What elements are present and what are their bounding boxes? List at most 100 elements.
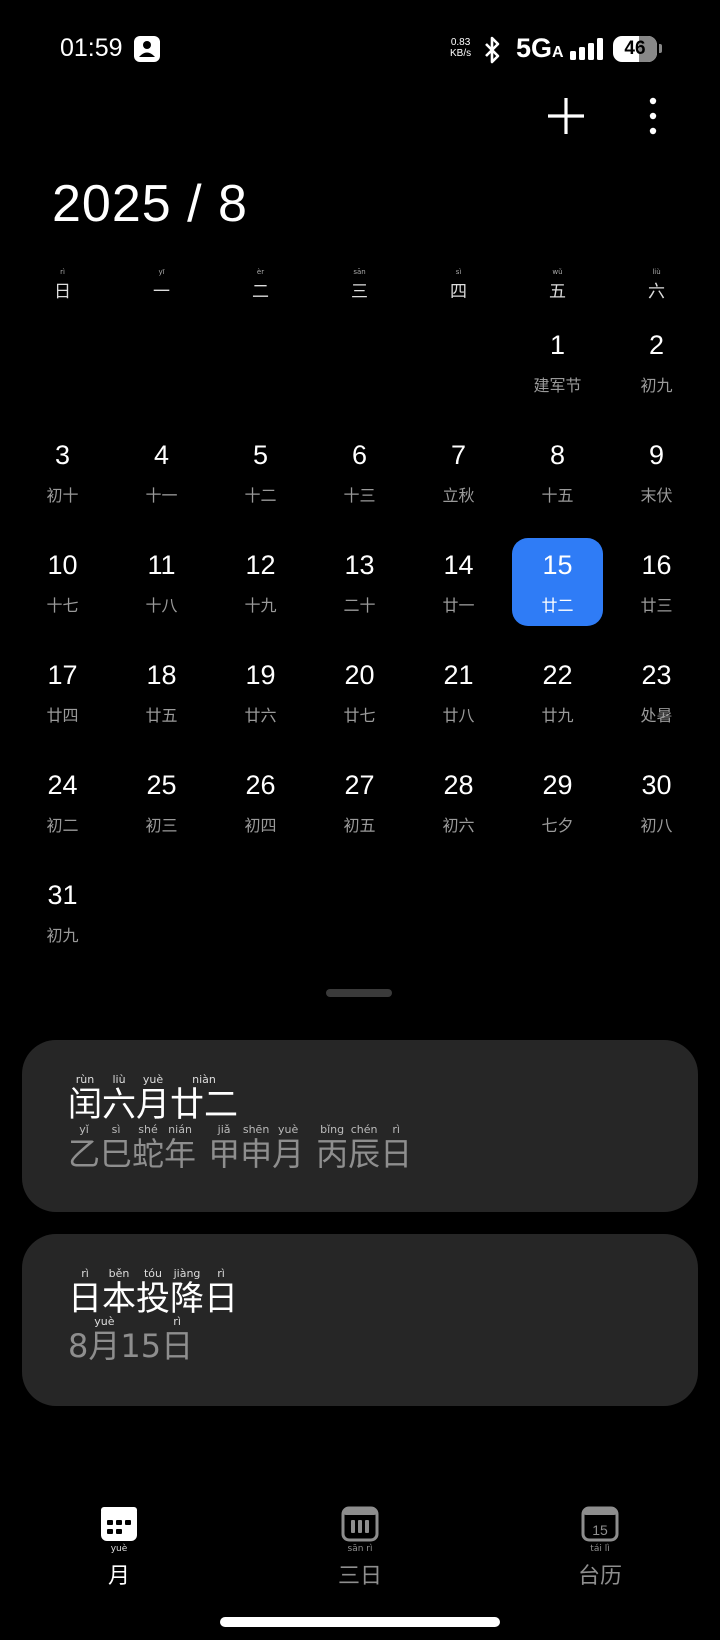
ruby-base: 日 bbox=[161, 1327, 194, 1365]
day-lunar: 建军节 bbox=[533, 376, 582, 395]
day-lunar: 十九 bbox=[244, 596, 277, 615]
lunar-date-card[interactable]: 闰rùn六liù月yuè廿二niàn 乙yǐ巳sì蛇shé年nián甲jiǎ申s… bbox=[22, 1040, 698, 1212]
ruby-pinyin: yuè bbox=[88, 1315, 121, 1328]
tab-agenda[interactable]: 15 tái lì 台历 bbox=[540, 1506, 660, 1590]
weekday-text: 二 bbox=[252, 282, 269, 302]
bottom-nav: yuè 月 sān rì 三日 15 tái lì 台历 bbox=[0, 1506, 720, 1589]
battery-tip bbox=[659, 44, 662, 53]
day-number: 9 bbox=[648, 440, 665, 470]
calendar-day[interactable]: 26 初四 bbox=[211, 758, 310, 868]
calendar-day[interactable]: 19 廿六 bbox=[211, 648, 310, 758]
calendar-day[interactable]: 10 十七 bbox=[13, 538, 112, 648]
calendar-day[interactable]: 21 廿八 bbox=[409, 648, 508, 758]
calendar-week-row: 3 初十 4 十一 5 十二 6 十三 7 立秋 8 十五 9 末伏 bbox=[13, 428, 706, 538]
ruby-pinyin: yǐ bbox=[68, 1123, 101, 1136]
net-speed-value: 0.83 bbox=[450, 37, 471, 48]
calendar-day[interactable]: 12 十九 bbox=[211, 538, 310, 648]
calendar-day[interactable]: 11 十八 bbox=[112, 538, 211, 648]
ruby-base: 8 bbox=[68, 1327, 89, 1365]
home-indicator[interactable] bbox=[220, 1617, 500, 1627]
tab-month[interactable]: yuè 月 bbox=[59, 1506, 179, 1590]
calendar-day-selected[interactable]: 15 廿二 bbox=[508, 538, 607, 648]
calendar-day[interactable]: 14 廿一 bbox=[409, 538, 508, 648]
calendar-day[interactable]: 22 廿九 bbox=[508, 648, 607, 758]
day-number: 5 bbox=[252, 440, 269, 470]
calendar-day[interactable]: 23 处暑 bbox=[607, 648, 706, 758]
signal-icon bbox=[570, 38, 604, 64]
ruby-pinyin: rì bbox=[380, 1123, 413, 1136]
calendar-day[interactable]: 24 初二 bbox=[13, 758, 112, 868]
day-lunar: 廿七 bbox=[343, 706, 376, 725]
calendar-day[interactable]: 5 十二 bbox=[211, 428, 310, 538]
calendar-day-empty bbox=[211, 318, 310, 428]
add-event-button[interactable] bbox=[546, 96, 586, 136]
day-number: 2 bbox=[648, 330, 665, 360]
day-number: 1 bbox=[549, 330, 566, 360]
tab-three-day-pinyin: sān rì bbox=[347, 1544, 373, 1554]
holiday-name: 日rì本běn投tóu降jiàng日rì bbox=[68, 1267, 238, 1320]
calendar-day[interactable]: 18 廿五 bbox=[112, 648, 211, 758]
day-lunar: 廿三 bbox=[640, 596, 673, 615]
day-number: 6 bbox=[351, 440, 368, 470]
day-lunar: 处暑 bbox=[640, 706, 673, 725]
calendar-day-empty bbox=[508, 868, 607, 978]
more-vertical-icon bbox=[649, 97, 657, 135]
ruby-pinyin: yuè bbox=[136, 1073, 170, 1086]
calendar-day[interactable]: 6 十三 bbox=[310, 428, 409, 538]
day-lunar: 初四 bbox=[244, 816, 277, 835]
ruby-char: 本běn bbox=[102, 1267, 136, 1319]
day-lunar: 初八 bbox=[640, 816, 673, 835]
calendar-day[interactable]: 13 二十 bbox=[310, 538, 409, 648]
calendar-day[interactable]: 2 初九 bbox=[607, 318, 706, 428]
calendar-day[interactable]: 29 七夕 bbox=[508, 758, 607, 868]
day-lunar: 初十 bbox=[46, 486, 79, 505]
ruby-base: 月 bbox=[272, 1135, 305, 1173]
calendar-day-empty bbox=[310, 868, 409, 978]
calendar-day[interactable]: 8 十五 bbox=[508, 428, 607, 538]
calendar-grid: 1 建军节 2 初九 3 初十 4 十一 5 十二 6 十三 7 立秋 8 十五 9 末伏 10 十七 11 十八 12 十九… bbox=[13, 318, 706, 978]
calendar-day[interactable]: 16 廿三 bbox=[607, 538, 706, 648]
ruby-char: 甲jiǎ bbox=[208, 1123, 240, 1173]
ruby-char: 蛇shé bbox=[132, 1123, 164, 1173]
status-bar: 01:59 0.83 KB/s 5GA 46 bbox=[0, 0, 720, 100]
calendar-day[interactable]: 9 末伏 bbox=[607, 428, 706, 538]
calendar-day[interactable]: 31 初九 bbox=[13, 868, 112, 978]
calendar-day[interactable]: 27 初五 bbox=[310, 758, 409, 868]
ruby-char: 辰chén bbox=[348, 1123, 380, 1173]
calendar-day[interactable]: 28 初六 bbox=[409, 758, 508, 868]
holiday-card[interactable]: 日rì本běn投tóu降jiàng日rì 8月yuè15日rì bbox=[22, 1234, 698, 1406]
day-lunar: 十五 bbox=[541, 486, 574, 505]
ruby-pinyin: bǐng bbox=[316, 1123, 349, 1136]
day-lunar: 十七 bbox=[46, 596, 79, 615]
month-title[interactable]: 2025 / 8 bbox=[52, 174, 248, 234]
tab-three-day[interactable]: sān rì 三日 bbox=[300, 1506, 420, 1590]
ruby-char: 巳sì bbox=[100, 1123, 132, 1173]
ruby-char: 闰rùn bbox=[68, 1073, 102, 1125]
calendar-day[interactable]: 17 廿四 bbox=[13, 648, 112, 758]
ruby-base: 年 bbox=[164, 1135, 197, 1173]
calendar-day[interactable]: 20 廿七 bbox=[310, 648, 409, 758]
weekday-pinyin: rì bbox=[60, 268, 65, 276]
calendar-day[interactable]: 3 初十 bbox=[13, 428, 112, 538]
calendar-day[interactable]: 1 建军节 bbox=[508, 318, 607, 428]
ruby-pinyin: nián bbox=[164, 1123, 197, 1136]
ganzhi-date: 乙yǐ巳sì蛇shé年nián甲jiǎ申shēn月yuè丙bǐng辰chén日r… bbox=[68, 1123, 413, 1175]
ruby-char: 降jiàng bbox=[170, 1267, 204, 1319]
day-lunar: 初九 bbox=[46, 926, 79, 945]
day-lunar: 七夕 bbox=[541, 816, 574, 835]
more-options-button[interactable] bbox=[644, 96, 662, 136]
calendar-day[interactable]: 4 十一 bbox=[112, 428, 211, 538]
holiday-date: 8月yuè15日rì bbox=[68, 1315, 194, 1367]
ruby-base: 日 bbox=[204, 1279, 238, 1319]
calendar-day[interactable]: 25 初三 bbox=[112, 758, 211, 868]
calendar-three-day-icon bbox=[341, 1506, 379, 1542]
calendar-week-row: 1 建军节 2 初九 bbox=[13, 318, 706, 428]
drag-handle[interactable] bbox=[326, 989, 392, 997]
calendar-day[interactable]: 30 初八 bbox=[607, 758, 706, 868]
ruby-char: 申shēn bbox=[240, 1123, 272, 1173]
net-speed-unit: KB/s bbox=[450, 48, 472, 59]
day-number: 8 bbox=[549, 440, 566, 470]
ruby-pinyin: chén bbox=[348, 1123, 381, 1136]
calendar-day[interactable]: 7 立秋 bbox=[409, 428, 508, 538]
calendar-day-empty bbox=[310, 318, 409, 428]
